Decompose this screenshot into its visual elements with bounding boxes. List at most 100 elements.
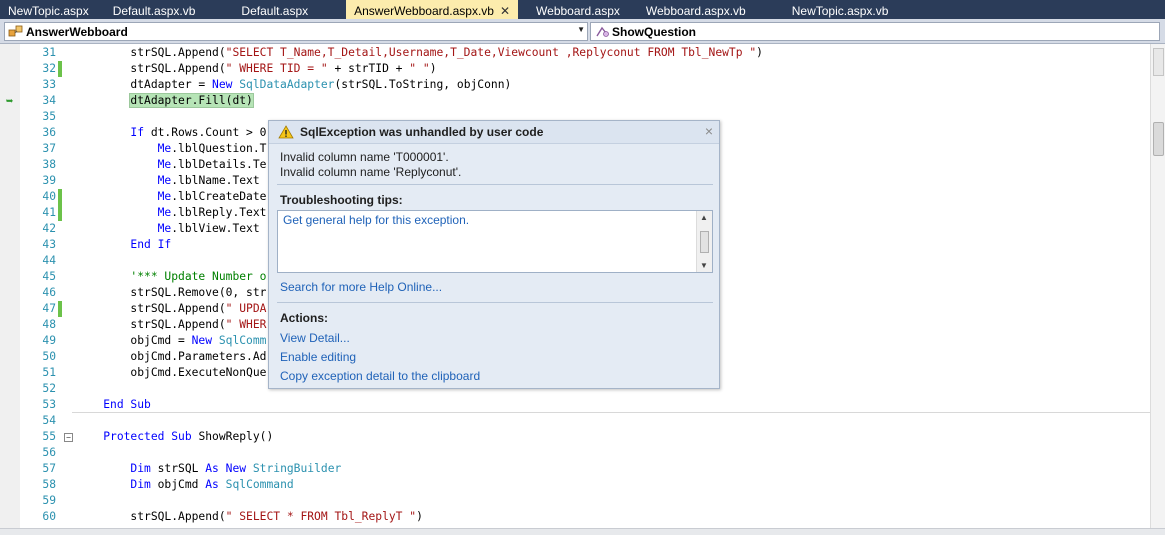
chevron-down-icon[interactable]: ▼ bbox=[577, 25, 585, 34]
method-icon bbox=[596, 26, 609, 37]
code-token: strSQL.Remove(0, str bbox=[76, 286, 267, 299]
code-line[interactable]: 33 dtAdapter = New SqlDataAdapter(strSQL… bbox=[0, 77, 1150, 93]
code-text[interactable]: Me.lblView.Text bbox=[76, 221, 260, 237]
enable-editing-link[interactable]: Enable editing bbox=[280, 350, 356, 364]
code-token: dt.Rows.Count > 0 bbox=[144, 126, 267, 139]
copy-exception-link[interactable]: Copy exception detail to the clipboard bbox=[280, 369, 480, 383]
code-line[interactable]: 59 bbox=[0, 493, 1150, 509]
change-marker bbox=[58, 205, 62, 221]
code-text[interactable]: Protected Sub ShowReply() bbox=[76, 429, 273, 445]
code-text[interactable]: Dim objCmd As SqlCommand bbox=[76, 477, 293, 493]
scrollbar-thumb[interactable] bbox=[1153, 122, 1164, 156]
close-icon[interactable]: × bbox=[705, 123, 713, 139]
code-text[interactable]: objCmd.ExecuteNonQue bbox=[76, 365, 266, 381]
line-number: 49 bbox=[42, 334, 56, 347]
code-text[interactable]: strSQL.Append(" WHER bbox=[76, 317, 266, 333]
code-line[interactable]: 56 bbox=[0, 445, 1150, 461]
code-text[interactable]: End Sub bbox=[76, 397, 151, 413]
code-text[interactable]: Me.lblName.Text bbox=[76, 173, 260, 189]
class-icon bbox=[8, 25, 23, 36]
code-text[interactable]: Me.lblDetails.Te bbox=[76, 157, 267, 173]
code-text[interactable]: strSQL.Append(" UPDA bbox=[76, 301, 266, 317]
code-token: ) bbox=[416, 510, 423, 523]
code-token: .lblQuestion.T bbox=[171, 142, 267, 155]
code-text[interactable]: objCmd.Parameters.Ad bbox=[76, 349, 266, 365]
line-number: 51 bbox=[42, 366, 56, 379]
code-line[interactable]: 54 bbox=[0, 413, 1150, 429]
horizontal-scrollbar[interactable] bbox=[0, 528, 1165, 535]
method-combo[interactable]: ShowQuestion bbox=[590, 22, 1160, 41]
scroll-down-icon[interactable]: ▼ bbox=[700, 261, 708, 270]
code-token: " UPDA bbox=[225, 302, 267, 315]
vertical-scrollbar[interactable] bbox=[1150, 44, 1165, 528]
tab-label: Default.aspx bbox=[241, 3, 309, 18]
document-tab[interactable]: NewTopic.aspx.vb bbox=[784, 0, 897, 19]
troubleshooting-heading: Troubleshooting tips: bbox=[280, 193, 403, 207]
line-number: 35 bbox=[42, 110, 56, 123]
line-number: 56 bbox=[42, 446, 56, 459]
code-token: .lblDetails.Te bbox=[171, 158, 267, 171]
tips-scrollbar-thumb[interactable] bbox=[700, 231, 709, 253]
document-tab[interactable]: NewTopic.aspx bbox=[0, 0, 97, 19]
document-tab[interactable]: Webboard.aspx bbox=[528, 0, 628, 19]
code-text[interactable]: Me.lblQuestion.T bbox=[76, 141, 267, 157]
class-combo[interactable]: AnswerWebboard ▼ bbox=[4, 22, 588, 41]
document-tab[interactable]: Webboard.aspx.vb bbox=[638, 0, 754, 19]
code-text[interactable]: End If bbox=[76, 237, 171, 253]
code-token: strSQL.Append( bbox=[76, 62, 226, 75]
code-token: + strTID + bbox=[327, 62, 410, 75]
code-text[interactable]: strSQL.Append("SELECT T_Name,T_Detail,Us… bbox=[76, 45, 763, 61]
code-token: " " bbox=[409, 62, 430, 75]
code-text[interactable]: dtAdapter = New SqlDataAdapter(strSQL.To… bbox=[76, 77, 511, 93]
document-tab[interactable]: AnswerWebboard.aspx.vb ✕ bbox=[346, 0, 519, 19]
scroll-up-icon[interactable]: ▲ bbox=[700, 213, 708, 222]
code-text[interactable]: '*** Update Number o bbox=[76, 269, 266, 285]
line-number: 38 bbox=[42, 158, 56, 171]
tab-label: Webboard.aspx.vb bbox=[645, 3, 746, 18]
collapse-icon[interactable]: − bbox=[64, 433, 73, 442]
code-text[interactable]: Me.lblReply.Text bbox=[76, 205, 267, 221]
code-line[interactable]: 34 dtAdapter.Fill(dt) ➥ bbox=[0, 93, 1150, 109]
exception-message: Invalid column name 'T000001'. Invalid c… bbox=[280, 150, 461, 180]
troubleshooting-tips-list[interactable]: Get general help for this exception. ▲ ▼ bbox=[277, 210, 713, 273]
code-line[interactable]: 60 strSQL.Append(" SELECT * FROM Tbl_Rep… bbox=[0, 509, 1150, 525]
class-combo-value: AnswerWebboard bbox=[26, 24, 128, 39]
code-line[interactable]: 58 Dim objCmd As SqlCommand bbox=[0, 477, 1150, 493]
code-token: Me bbox=[157, 206, 172, 219]
code-line[interactable]: 32 strSQL.Append(" WHERE TID = " + strTI… bbox=[0, 61, 1150, 77]
code-text[interactable]: Dim strSQL As New StringBuilder bbox=[76, 461, 341, 477]
view-detail-link[interactable]: View Detail... bbox=[280, 331, 350, 345]
line-number: 57 bbox=[42, 462, 56, 475]
tips-scrollbar[interactable]: ▲ ▼ bbox=[696, 211, 712, 272]
code-line[interactable]: 55− Protected Sub ShowReply() bbox=[0, 429, 1150, 445]
code-text[interactable]: strSQL.Remove(0, str bbox=[76, 285, 266, 301]
change-marker bbox=[58, 301, 62, 317]
code-token: '*** Update Number o bbox=[130, 270, 267, 283]
exception-title: SqlException was unhandled by user code bbox=[300, 125, 544, 139]
document-tab[interactable]: Default.aspx bbox=[233, 0, 316, 19]
code-text[interactable]: strSQL.Append(" WHERE TID = " + strTID +… bbox=[76, 61, 436, 77]
editor-splitter[interactable] bbox=[1153, 48, 1164, 76]
code-line[interactable]: 53 End Sub bbox=[0, 397, 1150, 413]
document-tab[interactable]: Default.aspx.vb bbox=[105, 0, 204, 19]
code-token: If bbox=[130, 126, 145, 139]
general-help-link[interactable]: Get general help for this exception. bbox=[283, 213, 469, 227]
code-token: objCmd.ExecuteNonQue bbox=[76, 366, 267, 379]
code-text[interactable]: strSQL.Append(" SELECT * FROM Tbl_ReplyT… bbox=[76, 509, 423, 525]
close-icon[interactable]: ✕ bbox=[500, 4, 510, 18]
code-line[interactable]: 31 strSQL.Append("SELECT T_Name,T_Detail… bbox=[0, 45, 1150, 61]
code-text[interactable]: If dt.Rows.Count > 0 bbox=[76, 125, 266, 141]
code-token: Dim bbox=[130, 478, 151, 491]
code-line[interactable]: 57 Dim strSQL As New StringBuilder bbox=[0, 461, 1150, 477]
line-number: 36 bbox=[42, 126, 56, 139]
code-token: Me bbox=[157, 222, 172, 235]
search-help-online-link[interactable]: Search for more Help Online... bbox=[280, 280, 442, 294]
code-text[interactable]: dtAdapter.Fill(dt) bbox=[76, 93, 254, 109]
code-text[interactable]: objCmd = New SqlComm bbox=[76, 333, 266, 349]
